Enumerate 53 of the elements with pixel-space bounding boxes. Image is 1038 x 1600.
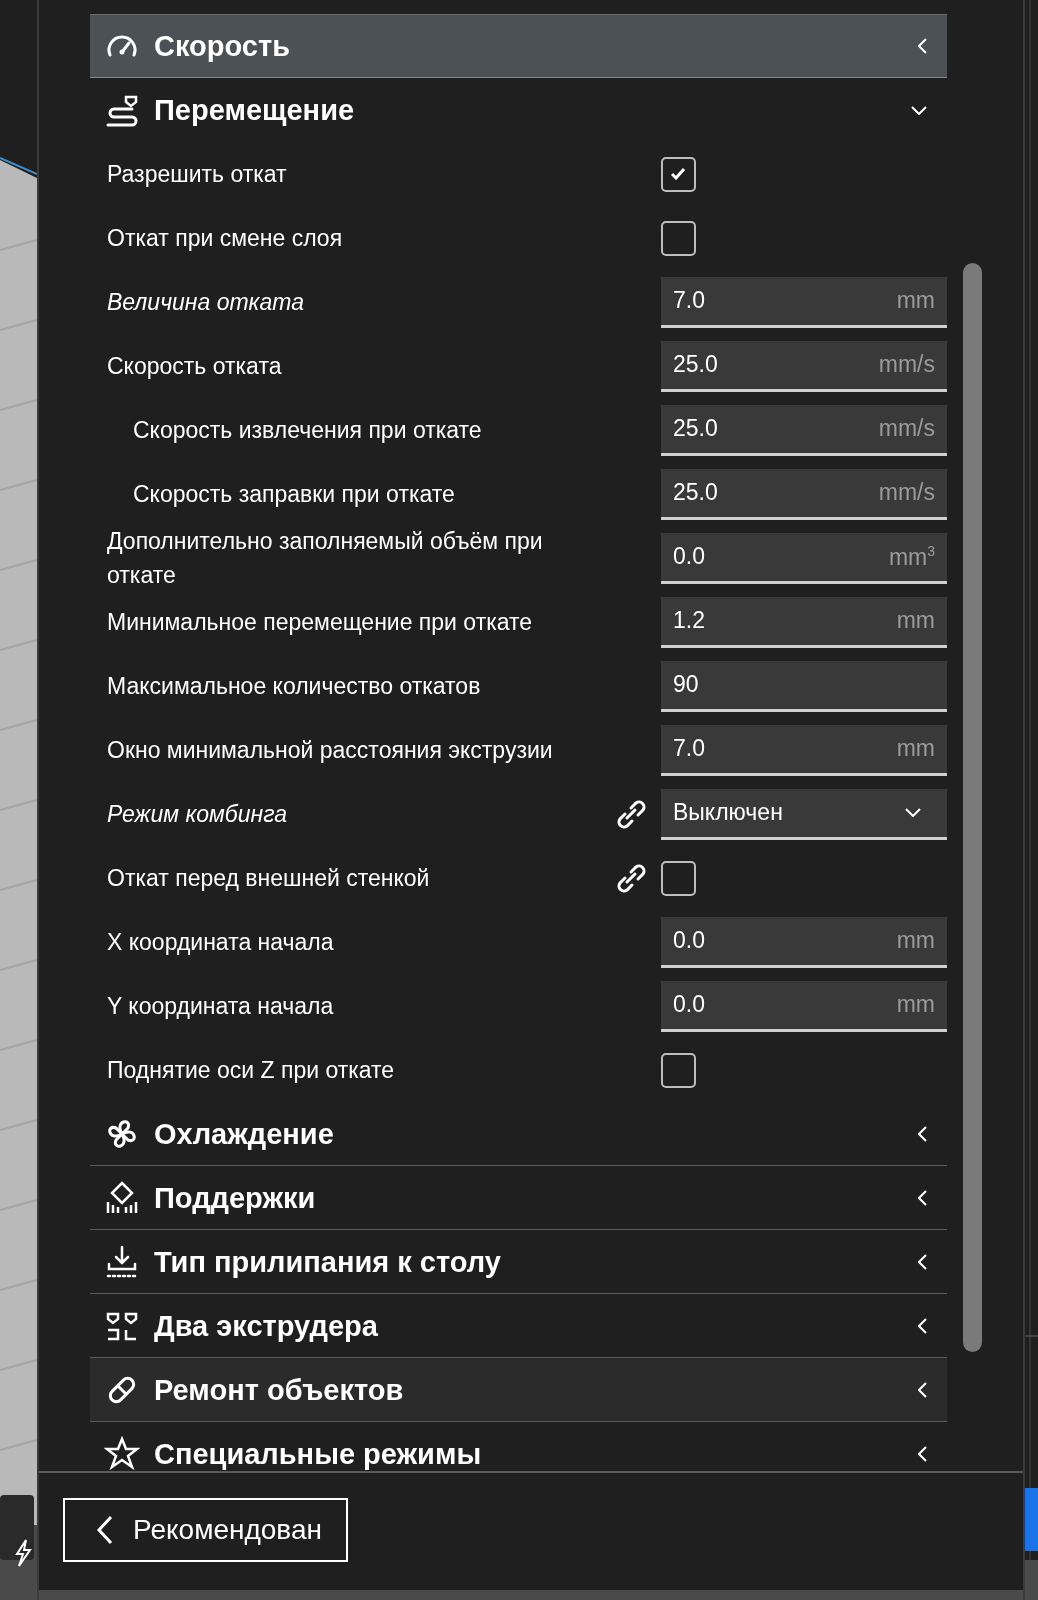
resize-handle[interactable]: [39, 1590, 1023, 1600]
chevron-left-icon: [95, 1514, 115, 1546]
number-field[interactable]: 0.0 mm: [661, 916, 947, 968]
chevron-left-icon: [918, 1381, 927, 1398]
number-field[interactable]: 90: [661, 660, 947, 712]
number-field[interactable]: 25.0 mm/s: [661, 340, 947, 392]
number-field[interactable]: 0.0 mm$^{3}$: [661, 532, 947, 584]
chevron-left-icon: [918, 1125, 927, 1142]
section-header[interactable]: Скорость: [90, 14, 947, 78]
setting-label: Скорость отката: [106, 352, 283, 381]
setting-label: Скорость извлечения при откате: [132, 416, 483, 445]
checkbox[interactable]: [661, 1052, 696, 1088]
section-icon: [104, 1435, 140, 1471]
chevron-left-icon: [918, 1189, 927, 1206]
number-field[interactable]: 1.2 mm: [661, 596, 947, 648]
section-header[interactable]: Специальные режимы: [90, 1422, 947, 1471]
section-icon: [104, 1179, 140, 1216]
setting-label: Откат перед внешней стенкой: [106, 864, 431, 893]
section-header[interactable]: Перемещение: [90, 78, 947, 142]
chevron-left-icon: [918, 38, 927, 54]
setting-label: Окно минимальной расстояния экструзии: [106, 736, 554, 765]
number-field[interactable]: 0.0 mm: [661, 980, 947, 1032]
setting-label: Дополнительно заполняемый объём при откате: [106, 527, 544, 590]
scrollbar[interactable]: [963, 263, 982, 1352]
setting-label: Максимальное количество откатов: [106, 672, 482, 701]
setting-label: Режим комбинга: [106, 800, 289, 829]
setting-label: X координата начала: [106, 928, 335, 957]
caret-icon: [905, 808, 921, 817]
setting-label: Поднятие оси Z при откате: [106, 1056, 396, 1085]
checkbox[interactable]: [661, 220, 696, 256]
setting-label: Скорость заправки при откате: [132, 480, 456, 509]
setting-label: Y координата начала: [106, 992, 335, 1021]
section-header[interactable]: Охлаждение: [90, 1102, 947, 1166]
checkbox[interactable]: [661, 156, 696, 192]
number-field[interactable]: 25.0 mm/s: [661, 468, 947, 520]
check-icon: [671, 168, 686, 180]
chevron-left-icon: [918, 1445, 927, 1462]
number-field[interactable]: 7.0 mm: [661, 724, 947, 776]
recommended-button[interactable]: Рекомендован: [63, 1498, 348, 1562]
setting-label: Минимальное перемещение при откате: [106, 608, 534, 637]
setting-label: Откат при смене слоя: [106, 224, 344, 253]
chevron-left-icon: [918, 1317, 927, 1334]
section-header[interactable]: Тип прилипания к столу: [90, 1230, 947, 1294]
number-field[interactable]: 7.0 mm: [661, 276, 947, 328]
setting-label: Разрешить откат: [106, 160, 288, 189]
chevron-left-icon: [918, 1253, 927, 1270]
checkbox[interactable]: [661, 860, 696, 896]
number-field[interactable]: 25.0 mm/s: [661, 404, 947, 456]
dropdown[interactable]: Выключен: [661, 788, 947, 840]
section-header[interactable]: Поддержки: [90, 1166, 947, 1230]
section-header[interactable]: Ремонт объектов: [90, 1358, 947, 1422]
setting-label: Величина отката: [106, 288, 305, 317]
chevron-down-icon: [911, 105, 927, 115]
